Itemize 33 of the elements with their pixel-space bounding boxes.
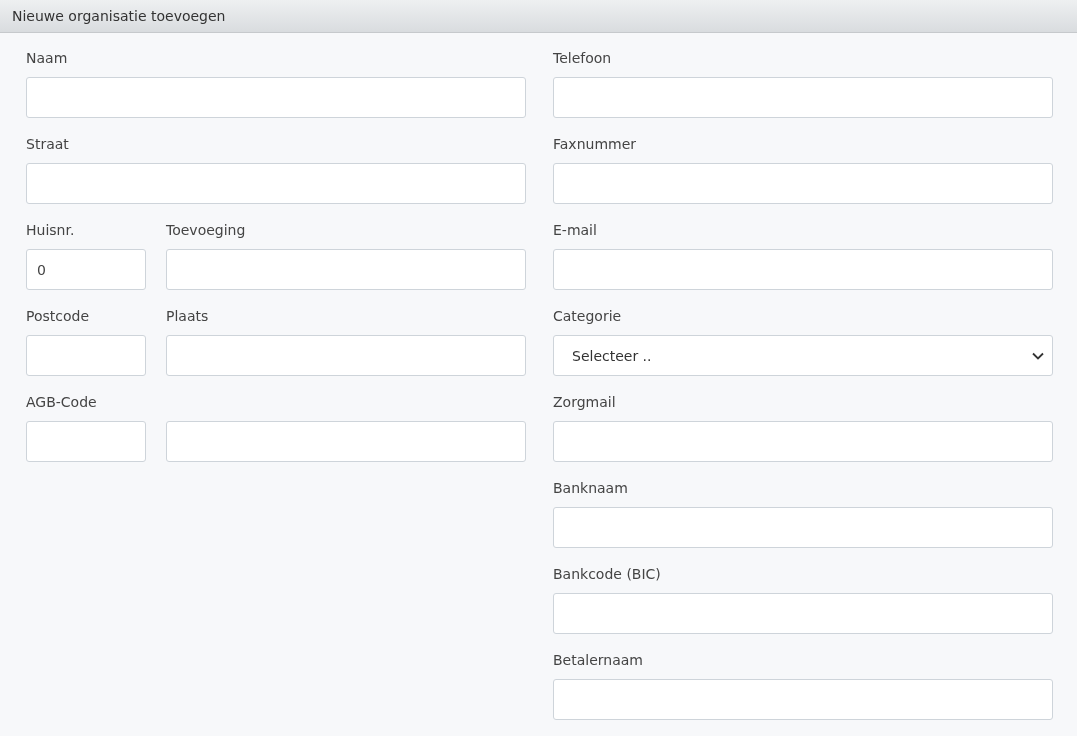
field-label: E-mail <box>553 221 598 240</box>
text-field[interactable] <box>553 163 1053 204</box>
text-field[interactable] <box>553 593 1053 634</box>
field-label: Telefoon <box>553 49 613 68</box>
field-label: Straat <box>26 135 70 154</box>
text-field[interactable] <box>26 163 526 204</box>
text-field[interactable] <box>26 335 146 376</box>
text-field[interactable] <box>26 421 146 462</box>
field-label: Banknaam <box>553 479 629 498</box>
select-field[interactable]: Selecteer .. <box>553 335 1053 376</box>
field-label: Bankcode (BIC) <box>553 565 662 584</box>
text-field[interactable] <box>166 249 526 290</box>
text-field[interactable] <box>553 507 1053 548</box>
field-label: Huisnr. <box>26 221 76 240</box>
field-label: Categorie <box>553 307 623 326</box>
text-field[interactable] <box>166 421 526 462</box>
field-label: Toevoeging <box>166 221 247 240</box>
field-label: Naam <box>26 49 69 68</box>
field-label: Postcode <box>26 307 91 326</box>
field-label: Plaats <box>166 307 210 326</box>
text-field[interactable]: 0 <box>26 249 146 290</box>
chevron-down-icon <box>1032 351 1044 360</box>
text-field[interactable] <box>26 77 526 118</box>
dialog-title: Nieuwe organisatie toevoegen <box>12 8 226 24</box>
text-field[interactable] <box>553 77 1053 118</box>
text-field[interactable] <box>553 679 1053 720</box>
text-field[interactable] <box>553 249 1053 290</box>
text-field[interactable] <box>553 421 1053 462</box>
field-label: Faxnummer <box>553 135 638 154</box>
text-field[interactable] <box>166 335 526 376</box>
field-label: Zorgmail <box>553 393 617 412</box>
field-label: Betalernaam <box>553 651 644 670</box>
field-label: AGB-Code <box>26 393 98 412</box>
